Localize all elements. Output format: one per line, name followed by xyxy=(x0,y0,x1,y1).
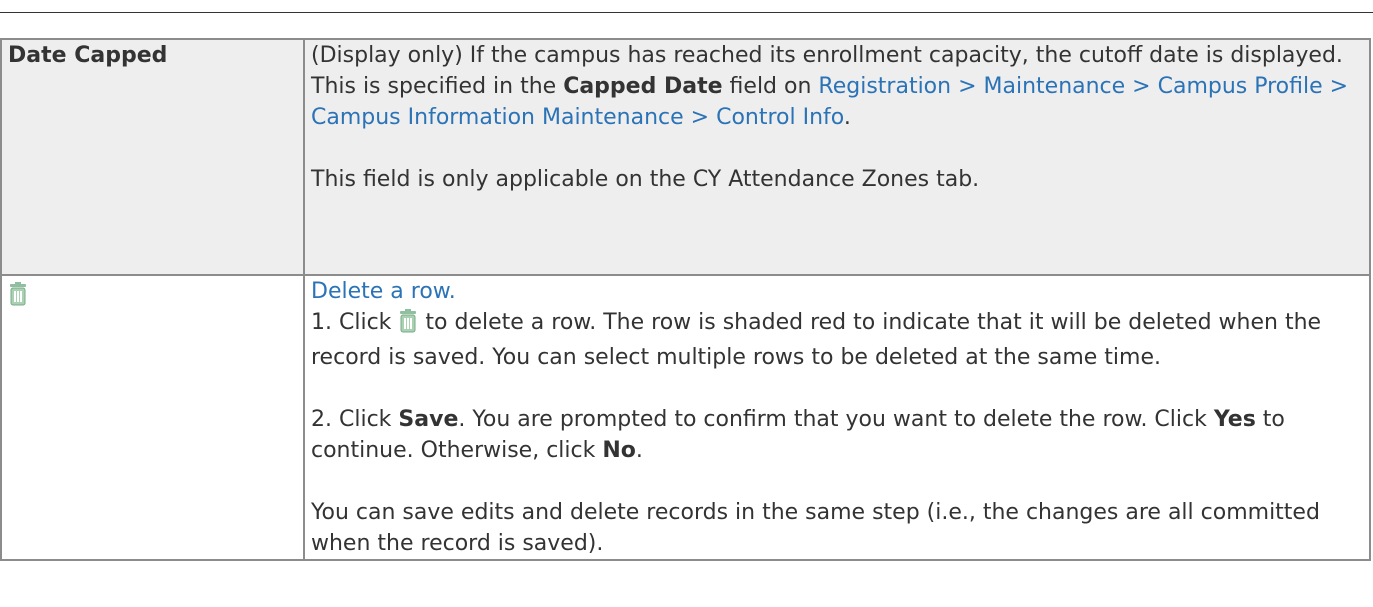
no-button-name: No xyxy=(602,438,636,463)
field-description-cell: Delete a row. 1. Click to delete a row. … xyxy=(303,274,1371,561)
table-row-delete: Delete a row. 1. Click to delete a row. … xyxy=(0,274,1371,561)
delete-note: You can save edits and delete records in… xyxy=(311,500,1320,556)
capped-date-field-name: Capped Date xyxy=(563,74,723,99)
delete-step-1: 1. Click to delete a row. The row is sha… xyxy=(311,307,1363,373)
yes-button-name: Yes xyxy=(1213,407,1256,432)
trash-icon xyxy=(398,309,418,342)
top-divider xyxy=(0,12,1373,13)
step-text: . You are prompted to confirm that you w… xyxy=(458,407,1214,432)
delete-a-row-link[interactable]: Delete a row. xyxy=(311,279,456,304)
step-text: 1. Click xyxy=(311,310,399,335)
field-description-cell: (Display only) If the campus has reached… xyxy=(303,38,1371,276)
field-icon-cell xyxy=(0,274,305,561)
description-text: . xyxy=(843,105,851,130)
field-name-cell: Date Capped xyxy=(0,38,305,276)
field-name-date-capped: Date Capped xyxy=(8,43,168,68)
date-capped-description: (Display only) If the campus has reached… xyxy=(311,40,1363,133)
date-capped-note: This field is only applicable on the CY … xyxy=(311,167,980,192)
step-text: to delete a row. The row is shaded red t… xyxy=(311,310,1322,370)
save-button-name: Save xyxy=(398,407,459,432)
step-text: 2. Click xyxy=(311,407,399,432)
table-row-date-capped: Date Capped (Display only) If the campus… xyxy=(0,38,1371,276)
delete-step-2: 2. Click Save. You are prompted to confi… xyxy=(311,404,1363,466)
description-text: field on xyxy=(722,74,819,99)
trash-icon xyxy=(8,282,28,315)
step-text: . xyxy=(635,438,643,463)
delete-row-heading: Delete a row. xyxy=(311,276,1363,307)
field-description-table: Date Capped (Display only) If the campus… xyxy=(0,38,1371,561)
